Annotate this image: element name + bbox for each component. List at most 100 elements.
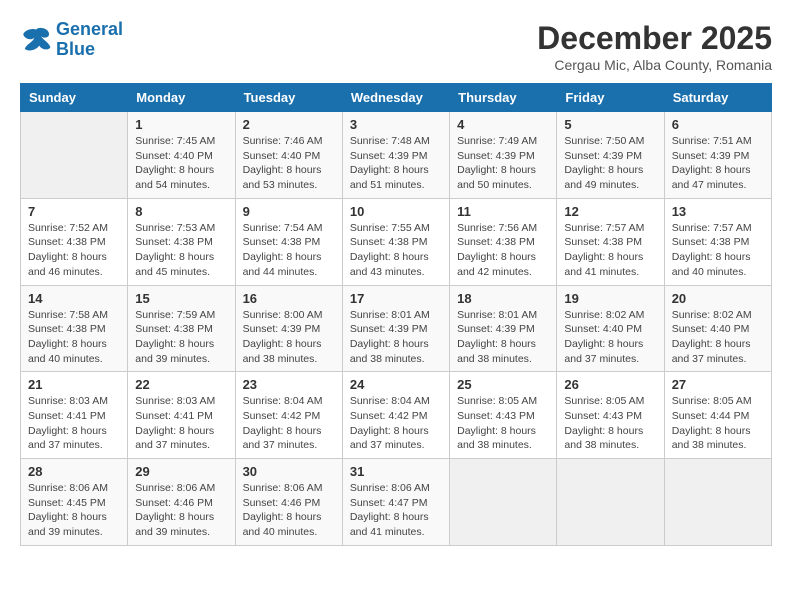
calendar-week-row: 1Sunrise: 7:45 AMSunset: 4:40 PMDaylight… bbox=[21, 112, 772, 199]
day-of-week-header: Thursday bbox=[450, 84, 557, 112]
calendar-header-row: SundayMondayTuesdayWednesdayThursdayFrid… bbox=[21, 84, 772, 112]
day-info: Sunrise: 8:02 AMSunset: 4:40 PMDaylight:… bbox=[672, 308, 764, 367]
calendar-week-row: 14Sunrise: 7:58 AMSunset: 4:38 PMDayligh… bbox=[21, 285, 772, 372]
calendar-cell: 7 Sunrise: 7:52 AMSunset: 4:38 PMDaylight… bbox=[21, 198, 128, 285]
day-of-week-header: Tuesday bbox=[235, 84, 342, 112]
day-number: 27 bbox=[672, 377, 764, 392]
day-number: 18 bbox=[457, 291, 549, 306]
calendar-cell: 10 Sunrise: 7:55 AMSunset: 4:38 PMDayligh… bbox=[342, 198, 449, 285]
day-number: 6 bbox=[672, 117, 764, 132]
logo-icon bbox=[20, 26, 52, 54]
day-info: Sunrise: 7:59 AMSunset: 4:38 PMDaylight:… bbox=[135, 308, 227, 367]
day-number: 15 bbox=[135, 291, 227, 306]
day-of-week-header: Friday bbox=[557, 84, 664, 112]
calendar-cell: 18 Sunrise: 8:01 AMSunset: 4:39 PMDayligh… bbox=[450, 285, 557, 372]
day-info: Sunrise: 8:06 AMSunset: 4:46 PMDaylight:… bbox=[135, 481, 227, 540]
day-info: Sunrise: 8:03 AMSunset: 4:41 PMDaylight:… bbox=[135, 394, 227, 453]
calendar-cell bbox=[450, 459, 557, 546]
day-number: 20 bbox=[672, 291, 764, 306]
day-info: Sunrise: 7:50 AMSunset: 4:39 PMDaylight:… bbox=[564, 134, 656, 193]
calendar-cell bbox=[21, 112, 128, 199]
day-number: 22 bbox=[135, 377, 227, 392]
page-header: General Blue December 2025 Cergau Mic, A… bbox=[20, 20, 772, 73]
day-number: 30 bbox=[243, 464, 335, 479]
calendar-cell: 28 Sunrise: 8:06 AMSunset: 4:45 PMDayligh… bbox=[21, 459, 128, 546]
day-info: Sunrise: 8:06 AMSunset: 4:47 PMDaylight:… bbox=[350, 481, 442, 540]
day-info: Sunrise: 7:57 AMSunset: 4:38 PMDaylight:… bbox=[564, 221, 656, 280]
day-info: Sunrise: 8:04 AMSunset: 4:42 PMDaylight:… bbox=[243, 394, 335, 453]
calendar-cell: 11 Sunrise: 7:56 AMSunset: 4:38 PMDayligh… bbox=[450, 198, 557, 285]
calendar-cell: 13 Sunrise: 7:57 AMSunset: 4:38 PMDayligh… bbox=[664, 198, 771, 285]
logo: General Blue bbox=[20, 20, 123, 60]
calendar-cell: 27Sunrise: 8:05 AMSunset: 4:44 PMDayligh… bbox=[664, 372, 771, 459]
day-number: 11 bbox=[457, 204, 549, 219]
day-info: Sunrise: 7:52 AMSunset: 4:38 PMDaylight:… bbox=[28, 221, 120, 280]
day-info: Sunrise: 8:01 AMSunset: 4:39 PMDaylight:… bbox=[457, 308, 549, 367]
day-info: Sunrise: 7:46 AMSunset: 4:40 PMDaylight:… bbox=[243, 134, 335, 193]
day-info: Sunrise: 8:06 AMSunset: 4:46 PMDaylight:… bbox=[243, 481, 335, 540]
calendar-cell: 8 Sunrise: 7:53 AMSunset: 4:38 PMDaylight… bbox=[128, 198, 235, 285]
day-info: Sunrise: 8:00 AMSunset: 4:39 PMDaylight:… bbox=[243, 308, 335, 367]
day-of-week-header: Monday bbox=[128, 84, 235, 112]
calendar-cell: 6 Sunrise: 7:51 AMSunset: 4:39 PMDaylight… bbox=[664, 112, 771, 199]
logo-text: General Blue bbox=[56, 20, 123, 60]
day-number: 7 bbox=[28, 204, 120, 219]
calendar-cell: 30 Sunrise: 8:06 AMSunset: 4:46 PMDayligh… bbox=[235, 459, 342, 546]
title-block: December 2025 Cergau Mic, Alba County, R… bbox=[537, 20, 772, 73]
day-info: Sunrise: 7:58 AMSunset: 4:38 PMDaylight:… bbox=[28, 308, 120, 367]
calendar-cell bbox=[557, 459, 664, 546]
calendar-cell: 29 Sunrise: 8:06 AMSunset: 4:46 PMDayligh… bbox=[128, 459, 235, 546]
day-number: 8 bbox=[135, 204, 227, 219]
day-info: Sunrise: 7:53 AMSunset: 4:38 PMDaylight:… bbox=[135, 221, 227, 280]
day-info: Sunrise: 7:56 AMSunset: 4:38 PMDaylight:… bbox=[457, 221, 549, 280]
calendar-cell: 9 Sunrise: 7:54 AMSunset: 4:38 PMDaylight… bbox=[235, 198, 342, 285]
day-info: Sunrise: 7:51 AMSunset: 4:39 PMDaylight:… bbox=[672, 134, 764, 193]
subtitle: Cergau Mic, Alba County, Romania bbox=[537, 57, 772, 73]
day-number: 17 bbox=[350, 291, 442, 306]
day-info: Sunrise: 7:49 AMSunset: 4:39 PMDaylight:… bbox=[457, 134, 549, 193]
day-info: Sunrise: 7:48 AMSunset: 4:39 PMDaylight:… bbox=[350, 134, 442, 193]
day-number: 4 bbox=[457, 117, 549, 132]
calendar-week-row: 28 Sunrise: 8:06 AMSunset: 4:45 PMDayligh… bbox=[21, 459, 772, 546]
day-info: Sunrise: 8:04 AMSunset: 4:42 PMDaylight:… bbox=[350, 394, 442, 453]
day-info: Sunrise: 7:57 AMSunset: 4:38 PMDaylight:… bbox=[672, 221, 764, 280]
calendar-cell bbox=[664, 459, 771, 546]
day-info: Sunrise: 7:55 AMSunset: 4:38 PMDaylight:… bbox=[350, 221, 442, 280]
calendar-cell: 23Sunrise: 8:04 AMSunset: 4:42 PMDayligh… bbox=[235, 372, 342, 459]
calendar-cell: 25 Sunrise: 8:05 AMSunset: 4:43 PMDayligh… bbox=[450, 372, 557, 459]
day-number: 13 bbox=[672, 204, 764, 219]
calendar-cell: 16Sunrise: 8:00 AMSunset: 4:39 PMDayligh… bbox=[235, 285, 342, 372]
month-title: December 2025 bbox=[537, 20, 772, 57]
calendar-cell: 15 Sunrise: 7:59 AMSunset: 4:38 PMDayligh… bbox=[128, 285, 235, 372]
calendar-week-row: 21 Sunrise: 8:03 AMSunset: 4:41 PMDayligh… bbox=[21, 372, 772, 459]
day-number: 25 bbox=[457, 377, 549, 392]
day-of-week-header: Wednesday bbox=[342, 84, 449, 112]
day-number: 29 bbox=[135, 464, 227, 479]
calendar-cell: 14Sunrise: 7:58 AMSunset: 4:38 PMDayligh… bbox=[21, 285, 128, 372]
calendar-cell: 3 Sunrise: 7:48 AMSunset: 4:39 PMDaylight… bbox=[342, 112, 449, 199]
calendar-cell: 22 Sunrise: 8:03 AMSunset: 4:41 PMDayligh… bbox=[128, 372, 235, 459]
calendar-cell: 12 Sunrise: 7:57 AMSunset: 4:38 PMDayligh… bbox=[557, 198, 664, 285]
day-number: 5 bbox=[564, 117, 656, 132]
calendar-cell: 5 Sunrise: 7:50 AMSunset: 4:39 PMDaylight… bbox=[557, 112, 664, 199]
day-info: Sunrise: 8:02 AMSunset: 4:40 PMDaylight:… bbox=[564, 308, 656, 367]
day-info: Sunrise: 8:05 AMSunset: 4:43 PMDaylight:… bbox=[564, 394, 656, 453]
day-number: 21 bbox=[28, 377, 120, 392]
calendar-cell: 1Sunrise: 7:45 AMSunset: 4:40 PMDaylight… bbox=[128, 112, 235, 199]
day-info: Sunrise: 7:54 AMSunset: 4:38 PMDaylight:… bbox=[243, 221, 335, 280]
day-number: 10 bbox=[350, 204, 442, 219]
day-info: Sunrise: 7:45 AMSunset: 4:40 PMDaylight:… bbox=[135, 134, 227, 193]
calendar-cell: 19Sunrise: 8:02 AMSunset: 4:40 PMDayligh… bbox=[557, 285, 664, 372]
day-of-week-header: Saturday bbox=[664, 84, 771, 112]
calendar-cell: 2 Sunrise: 7:46 AMSunset: 4:40 PMDaylight… bbox=[235, 112, 342, 199]
day-info: Sunrise: 8:05 AMSunset: 4:43 PMDaylight:… bbox=[457, 394, 549, 453]
day-info: Sunrise: 8:06 AMSunset: 4:45 PMDaylight:… bbox=[28, 481, 120, 540]
day-of-week-header: Sunday bbox=[21, 84, 128, 112]
day-number: 2 bbox=[243, 117, 335, 132]
day-info: Sunrise: 8:03 AMSunset: 4:41 PMDaylight:… bbox=[28, 394, 120, 453]
calendar-week-row: 7 Sunrise: 7:52 AMSunset: 4:38 PMDaylight… bbox=[21, 198, 772, 285]
day-number: 3 bbox=[350, 117, 442, 132]
day-number: 12 bbox=[564, 204, 656, 219]
day-number: 9 bbox=[243, 204, 335, 219]
day-number: 28 bbox=[28, 464, 120, 479]
